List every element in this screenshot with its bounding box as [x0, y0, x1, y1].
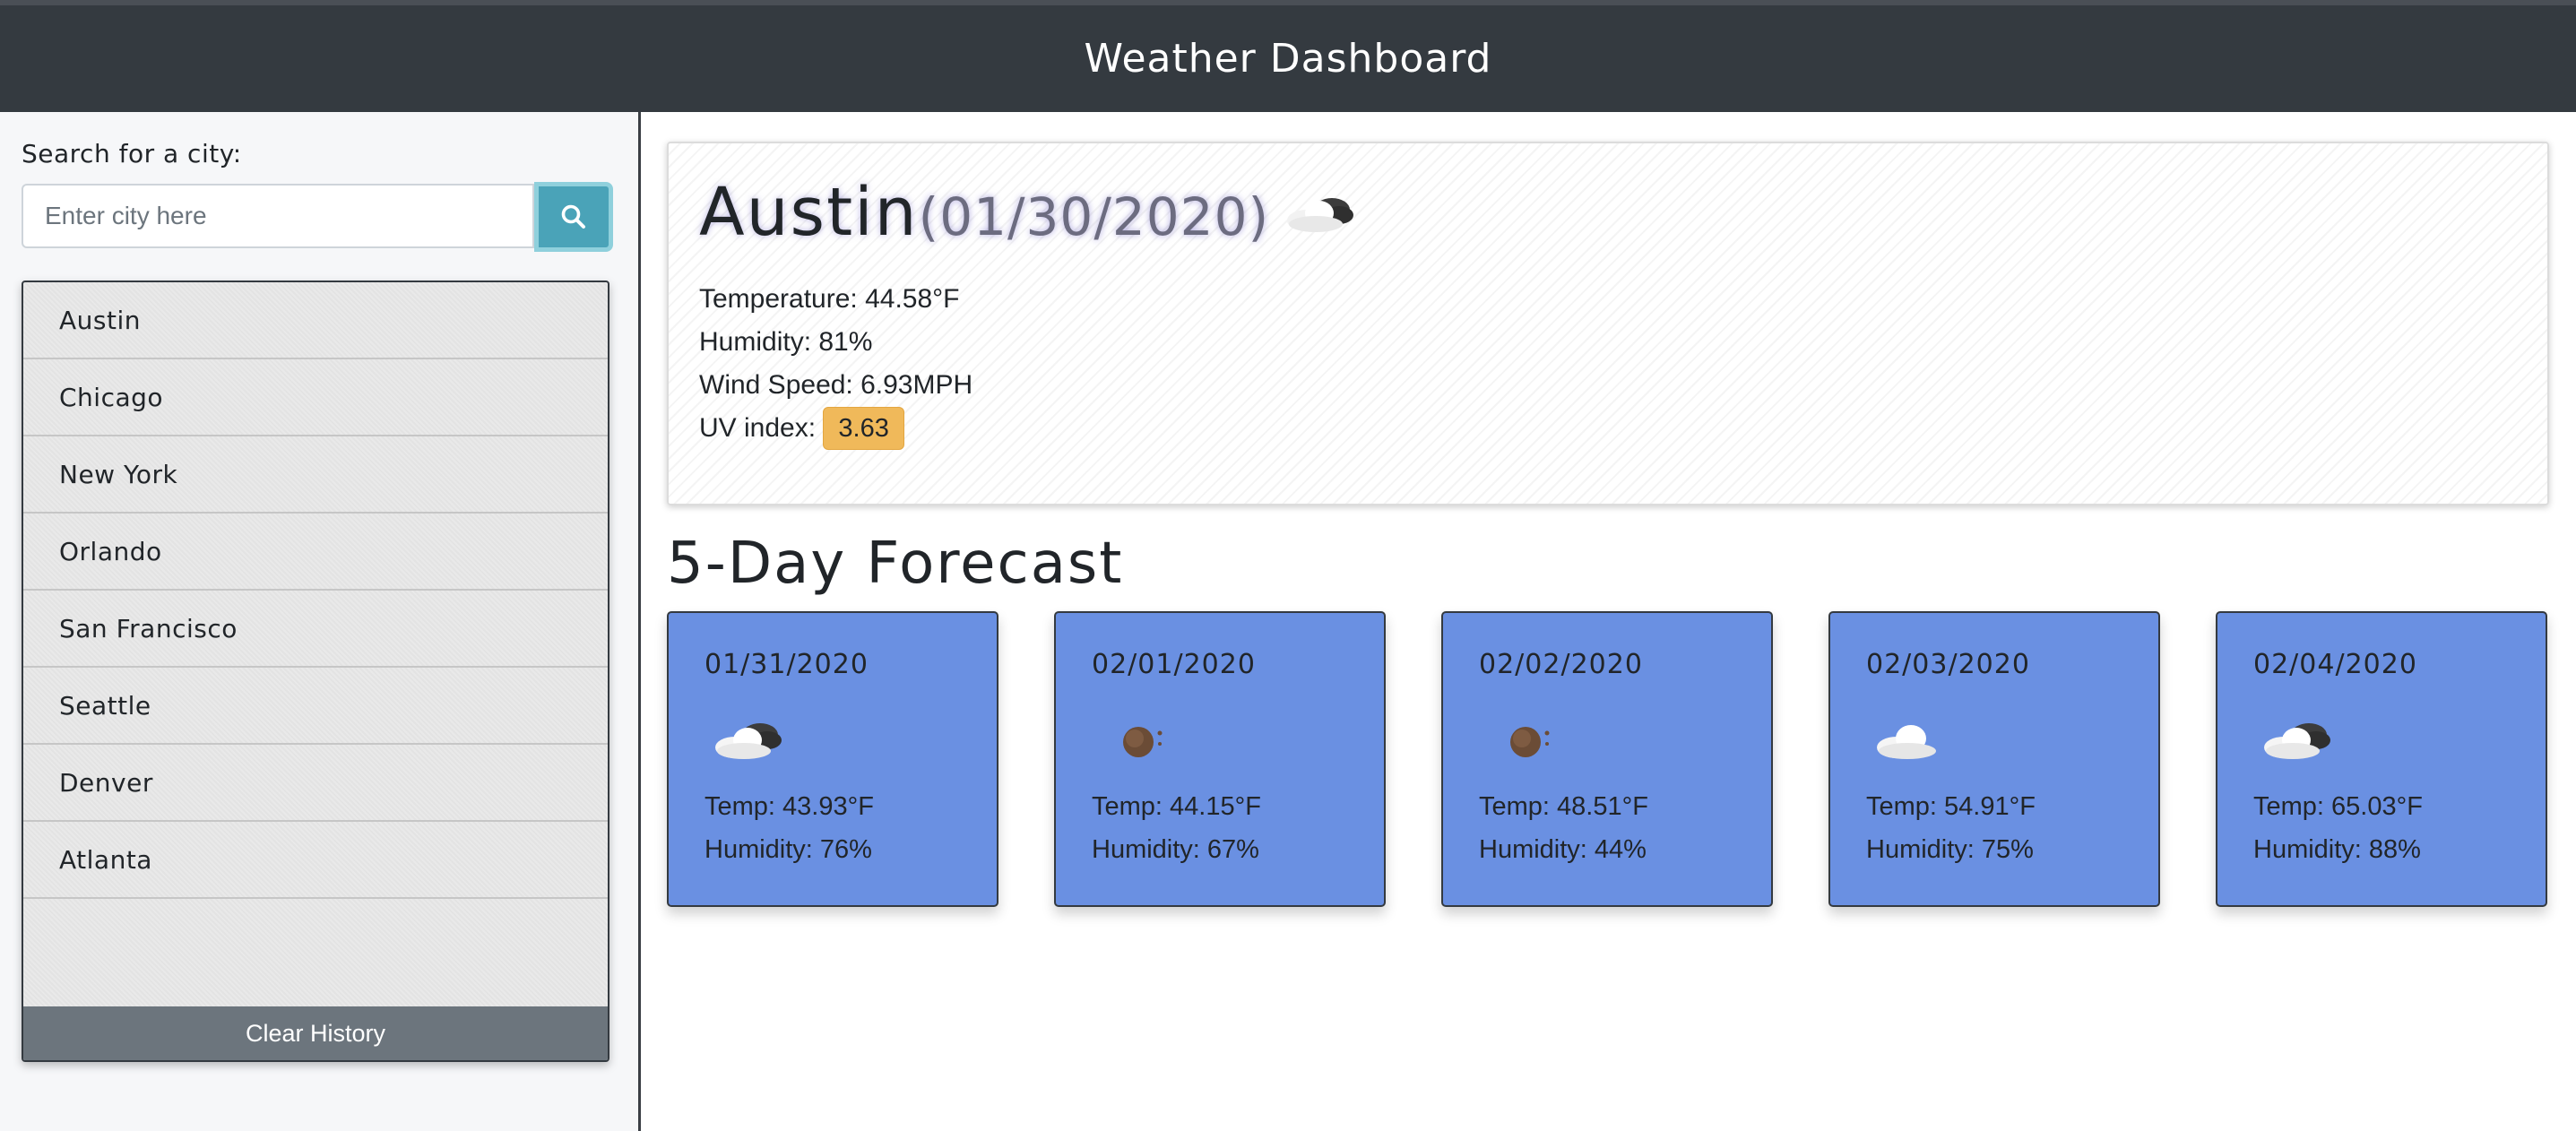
search-button[interactable] [534, 182, 613, 252]
forecast-temp: Temp: 44.15°F [1092, 792, 1261, 821]
partly-cloudy-icon [2264, 723, 2330, 759]
forecast-card: 02/01/2020 Temp: 44.15°F Humidity: 67% [1054, 611, 1386, 907]
history-item-san-francisco[interactable]: San Francisco [23, 591, 608, 668]
forecast-temp: Temp: 65.03°F [2253, 792, 2423, 821]
current-heading: Austin (01/30/2020) [699, 174, 1361, 251]
page-title: Weather Dashboard [1084, 36, 1492, 82]
current-wind-speed: Wind Speed: 6.93MPH [699, 370, 973, 400]
forecast-humidity: Humidity: 76% [705, 835, 872, 864]
forecast-title: 5-Day Forecast [667, 531, 1124, 597]
current-humidity: Humidity: 81% [699, 327, 873, 357]
history-item-new-york[interactable]: New York [23, 436, 608, 514]
forecast-date: 02/03/2020 [1866, 649, 2030, 680]
forecast-temp: Temp: 54.91°F [1866, 792, 2036, 821]
current-stats: Temperature: 44.58°F Humidity: 81% Wind … [699, 278, 972, 450]
history-item-austin[interactable]: Austin [23, 282, 608, 359]
app-header: Weather Dashboard [0, 5, 2576, 112]
current-weather-card: Austin (01/30/2020) Temperature: 44.58°F… [667, 142, 2549, 505]
search-label: Search for a city: [22, 139, 242, 168]
uv-index-badge: 3.63 [823, 407, 904, 450]
forecast-card: 02/04/2020 Temp: 65.03°F Humidity: 88% [2216, 611, 2547, 907]
forecast-date: 02/04/2020 [2253, 649, 2417, 680]
clear-night-icon [1510, 727, 1550, 757]
current-temperature: Temperature: 44.58°F [699, 284, 960, 314]
history-item-atlanta[interactable]: Atlanta [23, 822, 608, 899]
search-icon [561, 204, 585, 229]
history-item-seattle[interactable]: Seattle [23, 668, 608, 745]
forecast-humidity: Humidity: 44% [1479, 835, 1647, 864]
current-date: (01/30/2020) [918, 186, 1270, 247]
forecast-date: 02/01/2020 [1092, 649, 1256, 680]
forecast-humidity: Humidity: 67% [1092, 835, 1259, 864]
history-item-chicago[interactable]: Chicago [23, 359, 608, 436]
clear-night-icon [1123, 727, 1163, 757]
search-history-list: Austin Chicago New York Orlando San Fran… [22, 281, 609, 1062]
sidebar: Search for a city: Austin Chicago New Yo… [0, 112, 641, 1131]
current-city-name: Austin [699, 174, 919, 251]
clear-history-button[interactable]: Clear History [23, 1006, 608, 1060]
forecast-date: 01/31/2020 [705, 649, 869, 680]
forecast-card: 02/03/2020 Temp: 54.91°F Humidity: 75% [1828, 611, 2160, 907]
partly-cloudy-icon [1287, 198, 1354, 232]
forecast-humidity: Humidity: 88% [2253, 835, 2421, 864]
history-item-denver[interactable]: Denver [23, 745, 608, 822]
partly-cloudy-icon [715, 723, 782, 759]
history-item-orlando[interactable]: Orlando [23, 514, 608, 591]
forecast-card: 01/31/2020 Temp: 43.93°F Humidity: 76% [667, 611, 998, 907]
forecast-humidity: Humidity: 75% [1866, 835, 2034, 864]
current-uv-row: UV index: 3.63 [699, 407, 972, 450]
uv-label: UV index: [699, 413, 817, 443]
forecast-date: 02/02/2020 [1479, 649, 1643, 680]
forecast-card: 02/02/2020 Temp: 48.51°F Humidity: 44% [1441, 611, 1773, 907]
forecast-temp: Temp: 48.51°F [1479, 792, 1648, 821]
cloud-icon [1877, 725, 1936, 759]
search-input[interactable] [22, 184, 534, 248]
forecast-temp: Temp: 43.93°F [705, 792, 874, 821]
